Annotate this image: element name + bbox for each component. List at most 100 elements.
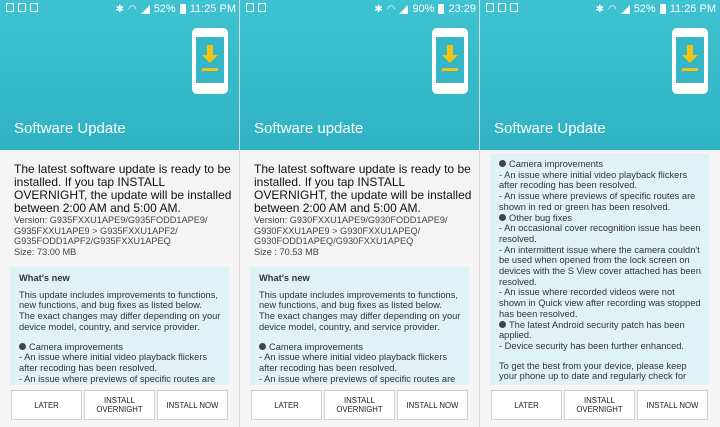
text-line: device model, country, and service provi… — [259, 321, 440, 332]
version-line: G930FXXU1APE9 > G930FXXU1APEQ/ — [254, 225, 421, 236]
button-label: INSTALL — [343, 396, 376, 405]
text-line: new functions, and bug fixes as listed b… — [19, 300, 202, 311]
content-area[interactable]: The latest software update is ready to b… — [0, 150, 240, 385]
wifi-icon: ◠ — [607, 3, 617, 15]
version-line: Version: G930FXXU1APE9/G930FODD1APE9/ — [254, 215, 448, 225]
notification-icons — [246, 3, 266, 12]
text-line: This update includes improvements to fun… — [259, 289, 458, 300]
bullet-title: Camera improvements — [269, 341, 364, 352]
battery-percent: 90% — [412, 3, 435, 15]
text-line: resolved. — [499, 276, 537, 287]
whats-new-box[interactable]: What's new This update includes improvem… — [10, 267, 229, 385]
install-overnight-button[interactable]: INSTALL OVERNIGHT — [324, 390, 395, 420]
text-line: shown in Quick view after recording was … — [499, 298, 701, 309]
content-area[interactable]: Camera improvements - An issue where ini… — [480, 150, 720, 385]
whats-new-heading: What's new — [19, 273, 70, 283]
battery-icon — [438, 4, 445, 14]
bullet-icon — [259, 342, 266, 350]
bullet-title: Camera improvements — [29, 341, 124, 352]
version-info: Version: G930FXXU1APE9/G930FODD1APE9/ G9… — [254, 215, 472, 257]
text-line: The exact changes may differ depending o… — [19, 311, 221, 322]
clock: 23:29 — [448, 3, 476, 15]
notification-icons — [486, 3, 518, 12]
text-line: after recoding has been resolved. — [499, 180, 637, 191]
bullet-icon — [19, 342, 26, 350]
text-line: - An issue where initial video playback … — [259, 352, 448, 363]
gallery-icon — [30, 3, 38, 12]
divider — [479, 0, 480, 427]
page-title: Software Update — [494, 120, 606, 137]
bullet-title: The latest Android security patch has be… — [509, 319, 685, 330]
header-banner: ✱ ◠ 52% 11:25 PM Software Update — [0, 0, 240, 150]
text-line: device model, country, and service provi… — [19, 321, 200, 332]
page-title: Software Update — [14, 120, 126, 137]
content-area[interactable]: The latest software update is ready to b… — [240, 150, 480, 385]
signal-icon — [140, 4, 150, 14]
button-label: INSTALL — [583, 396, 616, 405]
text-line: resolved. — [499, 233, 537, 244]
bullet-icon — [499, 160, 506, 168]
changelog-box[interactable]: Camera improvements - An issue where ini… — [490, 154, 709, 385]
status-bar: ✱ ◠ 52% 11:26 PM — [480, 0, 720, 18]
install-now-button[interactable]: INSTALL NOW — [637, 390, 708, 420]
panel-2: ✱ ◠ 90% 23:29 Software update The latest… — [240, 0, 480, 427]
text-line: after recoding has been resolved. — [259, 362, 397, 373]
text-line: This update includes improvements to fun… — [19, 289, 218, 300]
text-line: - An issue where initial video playback … — [499, 169, 688, 180]
battery-percent: 52% — [633, 3, 656, 15]
bluetooth-icon: ✱ — [595, 3, 604, 15]
version-line: G935FXXU1APE9 > G935FXXU1APF2/ — [14, 225, 178, 236]
text-line: applied. — [499, 330, 532, 341]
button-label: OVERNIGHT — [336, 405, 383, 414]
text-line: - An issue where previews of specific ro… — [499, 191, 696, 202]
notification-icon — [246, 3, 254, 12]
bullet-title: Other bug fixes — [509, 212, 573, 223]
install-overnight-button[interactable]: INSTALL OVERNIGHT — [84, 390, 155, 420]
version-info: Version: G935FXXU1APE9/G935FODD1APE9/ G9… — [14, 215, 232, 257]
panel-1: ✱ ◠ 52% 11:25 PM Software Update The lat… — [0, 0, 240, 427]
install-now-button[interactable]: INSTALL NOW — [397, 390, 468, 420]
install-now-button[interactable]: INSTALL NOW — [157, 390, 228, 420]
wifi-icon: ◠ — [386, 3, 396, 15]
status-bar: ✱ ◠ 90% 23:29 — [240, 0, 480, 18]
text-line: - An issue where recorded videos were no… — [499, 287, 675, 298]
gallery-icon — [18, 3, 26, 12]
notification-icon — [6, 3, 14, 12]
divider — [239, 0, 240, 427]
button-label: OVERNIGHT — [96, 405, 143, 414]
button-bar: LATER INSTALL OVERNIGHT INSTALL NOW — [0, 385, 240, 427]
page-title: Software update — [254, 120, 364, 137]
install-overnight-button[interactable]: INSTALL OVERNIGHT — [564, 390, 635, 420]
text-line: - An occasional cover recognition issue … — [499, 223, 701, 234]
button-label: OVERNIGHT — [576, 405, 623, 414]
text-line: has been resolved. — [499, 308, 578, 319]
update-message: The latest software update is ready to b… — [254, 162, 472, 215]
later-button[interactable]: LATER — [251, 390, 322, 420]
bluetooth-icon: ✱ — [115, 3, 124, 15]
version-line: G935FODD1APF2/G935FXXU1APEQ — [14, 236, 171, 247]
whats-new-box[interactable]: What's new This update includes improvem… — [250, 267, 469, 385]
panel-3: ✱ ◠ 52% 11:26 PM Software Update Camera … — [480, 0, 720, 427]
later-button[interactable]: LATER — [491, 390, 562, 420]
size-info: Size: 73.00 MB — [14, 246, 77, 257]
signal-icon — [620, 4, 630, 14]
button-label: INSTALL — [103, 396, 136, 405]
later-button[interactable]: LATER — [11, 390, 82, 420]
notification-icon — [486, 3, 494, 12]
gallery-icon — [510, 3, 518, 12]
header-banner: ✱ ◠ 52% 11:26 PM Software Update — [480, 0, 720, 150]
text-line: devices with the S View cover attached h… — [499, 266, 701, 277]
battery-icon — [179, 4, 186, 14]
text-line: be used when opened from the lock screen… — [499, 255, 690, 266]
clock: 11:25 PM — [189, 3, 236, 15]
button-bar: LATER INSTALL OVERNIGHT INSTALL NOW — [240, 385, 480, 427]
text-line: after recoding has been resolved. — [19, 362, 157, 373]
gallery-icon — [258, 3, 266, 12]
size-info: Size : 70.53 MB — [254, 246, 319, 257]
bullet-icon — [499, 320, 506, 328]
text-line: - An issue where initial video playback … — [19, 352, 208, 363]
update-message: The latest software update is ready to b… — [14, 162, 232, 215]
button-bar: LATER INSTALL OVERNIGHT INSTALL NOW — [480, 385, 720, 427]
text-line: - An intermittent issue where the camera… — [499, 244, 700, 255]
phone-download-icon — [672, 28, 708, 94]
